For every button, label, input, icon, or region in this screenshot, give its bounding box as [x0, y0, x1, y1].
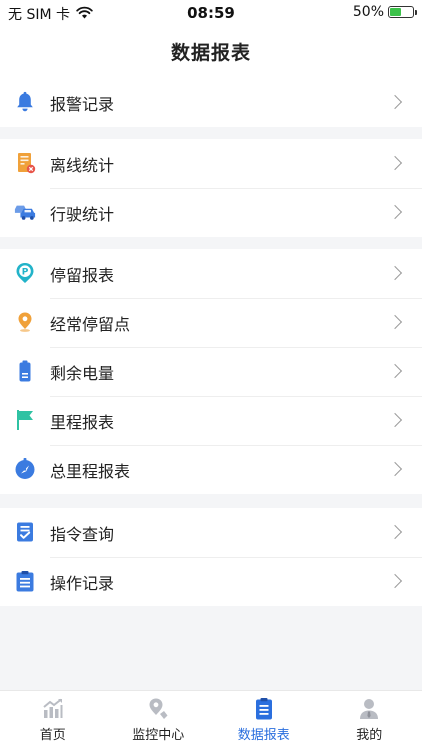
offline-server-icon — [14, 152, 36, 174]
report-icon — [252, 697, 276, 721]
nav-bar: 数据报表 — [0, 26, 422, 78]
tab-label: 数据报表 — [237, 728, 290, 743]
tab-label: 监控中心 — [132, 728, 185, 743]
battery-fill — [390, 8, 401, 16]
chevron-right-icon — [387, 204, 403, 220]
battery-indicator-icon — [388, 6, 417, 18]
menu-group-stats: 离线统计 行驶统计 — [0, 139, 422, 237]
car-icon — [14, 201, 36, 223]
compass-icon — [14, 458, 36, 480]
menu-item-offline-stats[interactable]: 离线统计 — [0, 139, 422, 188]
chevron-right-icon — [387, 461, 403, 477]
menu-group-commands: 指令查询 操作记录 — [0, 508, 422, 606]
menu-item-label: 剩余电量 — [50, 363, 115, 383]
menu-item-label: 经常停留点 — [50, 314, 131, 334]
menu-item-label: 停留报表 — [50, 265, 115, 285]
bell-icon — [14, 91, 36, 113]
status-bar: 无 SIM 卡 08:59 50% — [0, 0, 422, 26]
menu-group-reports: P 停留报表 经常停留点 剩余电量 里程报表 总里程报表 — [0, 249, 422, 494]
menu-item-label: 报警记录 — [50, 94, 115, 114]
menu-item-label: 指令查询 — [50, 524, 115, 544]
menu-item-stay-report[interactable]: P 停留报表 — [0, 249, 422, 298]
menu-item-command-query[interactable]: 指令查询 — [0, 508, 422, 557]
location-pin-icon — [14, 311, 36, 333]
menu-item-label: 离线统计 — [50, 155, 115, 175]
battery-percent: 50% — [352, 4, 384, 20]
menu-item-mileage-report[interactable]: 里程报表 — [0, 396, 422, 445]
map-pin-icon — [146, 697, 170, 721]
tab-mine[interactable]: 我的 — [317, 691, 422, 750]
page-title: 数据报表 — [170, 42, 251, 64]
user-icon — [357, 697, 381, 721]
tab-data-reports[interactable]: 数据报表 — [211, 691, 317, 750]
tab-bar: 首页 监控中心 数据报表 我的 — [0, 690, 422, 750]
chart-icon — [41, 697, 65, 721]
tab-monitor-center[interactable]: 监控中心 — [106, 691, 212, 750]
clipboard-list-icon — [14, 570, 36, 592]
menu-item-total-mileage-report[interactable]: 总里程报表 — [0, 445, 422, 494]
tab-label: 我的 — [356, 728, 383, 743]
menu-item-remaining-battery[interactable]: 剩余电量 — [0, 347, 422, 396]
menu-item-alarm-records[interactable]: 报警记录 — [0, 78, 422, 127]
menu-item-frequent-stops[interactable]: 经常停留点 — [0, 298, 422, 347]
menu-item-label: 里程报表 — [50, 412, 115, 432]
status-right: 50% — [352, 4, 417, 20]
menu-item-label: 行驶统计 — [50, 204, 115, 224]
tab-home[interactable]: 首页 — [0, 691, 106, 750]
checklist-icon — [14, 521, 36, 543]
menu-group-alarm: 报警记录 — [0, 78, 422, 127]
flag-icon — [14, 409, 36, 431]
menu-item-operation-records[interactable]: 操作记录 — [0, 557, 422, 606]
menu-item-label: 操作记录 — [50, 573, 115, 593]
chevron-right-icon — [387, 363, 403, 379]
chevron-right-icon — [387, 573, 403, 589]
chevron-right-icon — [387, 412, 403, 428]
tab-label: 首页 — [39, 728, 66, 743]
battery-icon — [14, 360, 36, 382]
chevron-right-icon — [387, 94, 403, 110]
chevron-right-icon — [387, 265, 403, 281]
chevron-right-icon — [387, 314, 403, 330]
chevron-right-icon — [387, 155, 403, 171]
menu-item-driving-stats[interactable]: 行驶统计 — [0, 188, 422, 237]
menu-item-label: 总里程报表 — [50, 461, 131, 481]
svg-text:P: P — [22, 268, 29, 278]
parking-pin-icon: P — [14, 262, 36, 284]
chevron-right-icon — [387, 524, 403, 540]
